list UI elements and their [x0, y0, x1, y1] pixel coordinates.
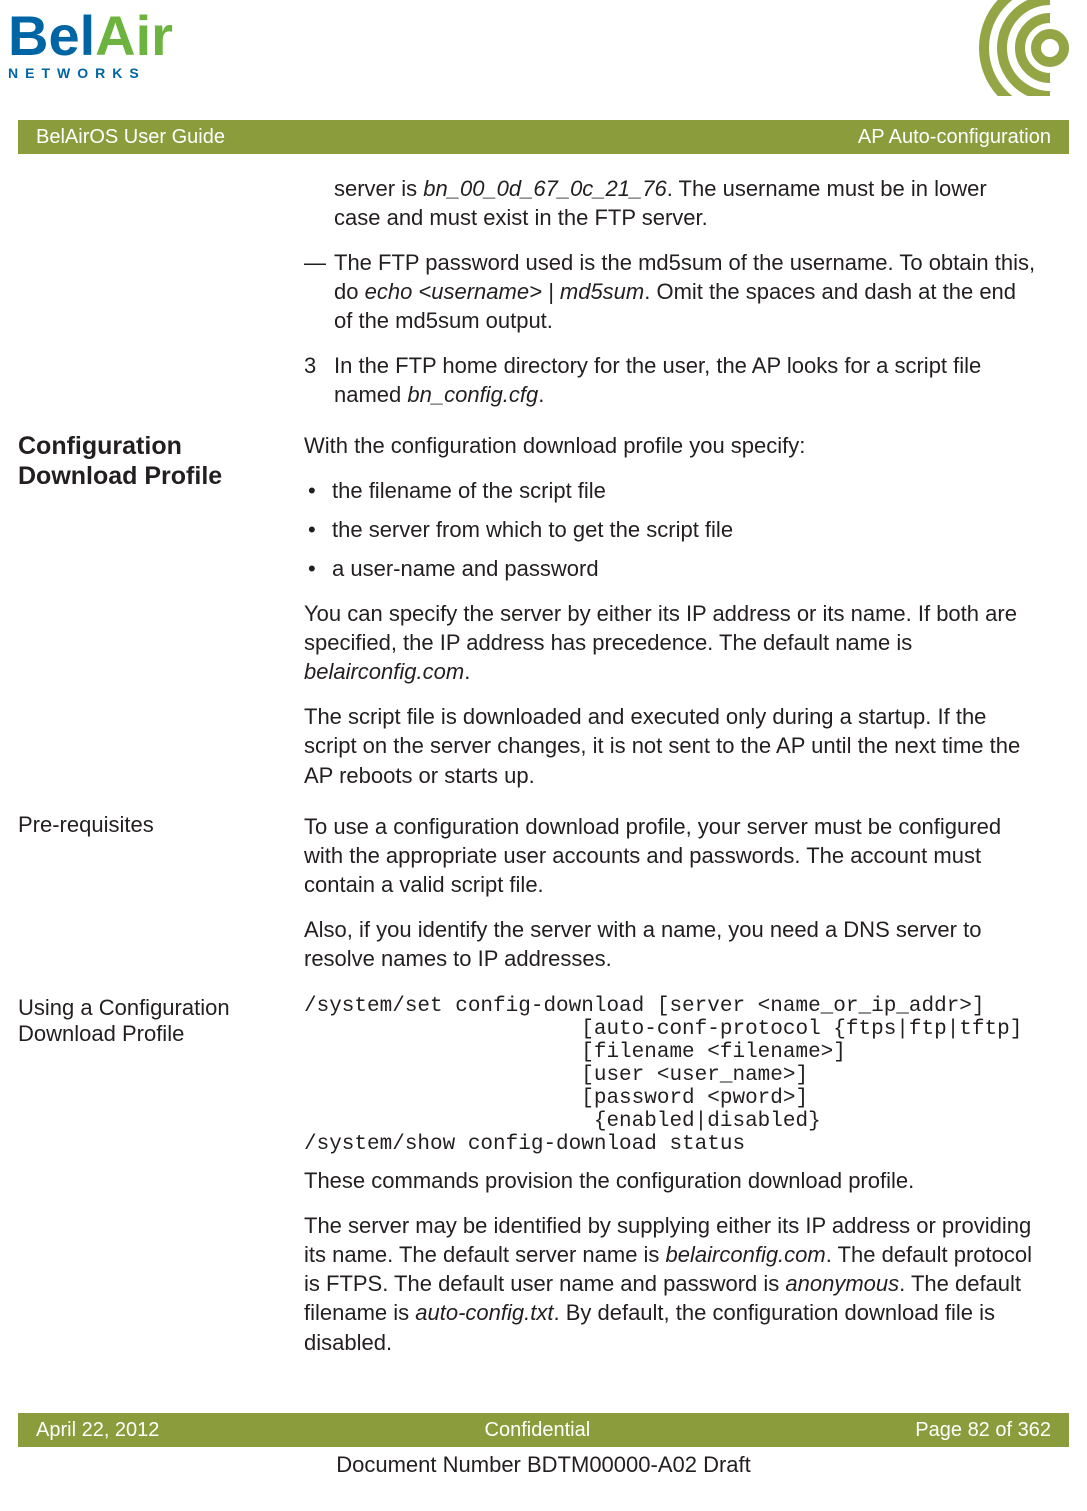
list-item: the server from which to get the script …	[304, 515, 1037, 544]
logo: BelAir NETWORKS	[8, 8, 173, 82]
header-decorative-icon	[935, 0, 1069, 103]
guide-title: BelAirOS User Guide	[36, 124, 225, 150]
footer-bar: April 22, 2012 Confidential Page 82 of 3…	[18, 1413, 1069, 1447]
body-text: With the configuration download profile …	[304, 431, 1037, 460]
body-text: These commands provision the configurati…	[304, 1166, 1037, 1195]
logo-air: Air	[95, 4, 173, 67]
bullet-list: the filename of the script file the serv…	[304, 476, 1037, 583]
page-header: BelAir NETWORKS	[0, 0, 1087, 120]
footer-date: April 22, 2012	[36, 1417, 159, 1443]
body-text: You can specify the server by either its…	[304, 599, 1037, 686]
footer-page: Page 82 of 362	[915, 1417, 1051, 1443]
code-block: /system/set config-download [server <nam…	[304, 995, 1037, 1157]
dash-item: —The FTP password used is the md5sum of …	[304, 248, 1037, 335]
list-item: a user-name and password	[304, 554, 1037, 583]
continuation-text: server is bn_00_0d_67_0c_21_76. The user…	[304, 174, 1037, 232]
page-content: server is bn_00_0d_67_0c_21_76. The user…	[0, 154, 1087, 1373]
section-title: AP Auto-configuration	[858, 124, 1051, 150]
body-text: Also, if you identify the server with a …	[304, 915, 1037, 973]
heading-using-config-download: Using a Configuration Download Profile	[0, 995, 304, 1048]
step-3: 3In the FTP home directory for the user,…	[304, 351, 1037, 409]
body-text: The script file is downloaded and execut…	[304, 702, 1037, 789]
footer-confidential: Confidential	[485, 1417, 591, 1443]
body-text: To use a configuration download profile,…	[304, 812, 1037, 899]
title-bar: BelAirOS User Guide AP Auto-configuratio…	[18, 120, 1069, 154]
heading-prerequisites: Pre-requisites	[0, 812, 304, 838]
body-text: The server may be identified by supplyin…	[304, 1211, 1037, 1356]
heading-config-download-profile: Configuration Download Profile	[0, 431, 304, 491]
logo-bel: Bel	[8, 4, 95, 67]
list-item: the filename of the script file	[304, 476, 1037, 505]
document-number: Document Number BDTM00000-A02 Draft	[0, 1450, 1087, 1479]
